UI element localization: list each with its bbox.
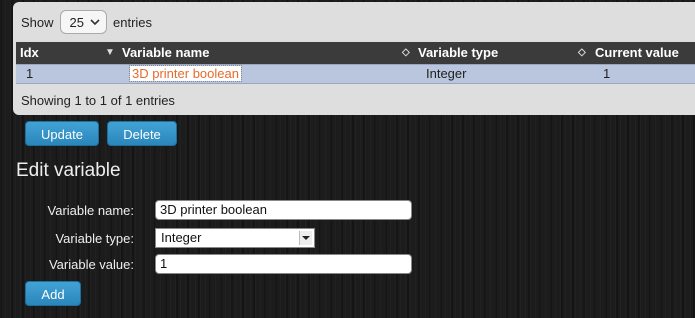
column-header-current-value[interactable]: Current value: [595, 42, 679, 64]
entries-label: entries: [113, 14, 153, 30]
table-row[interactable]: 1 3D printer boolean Integer 1: [16, 64, 695, 84]
page-length-select[interactable]: 25: [59, 10, 107, 34]
sort-both-icon[interactable]: ◇: [402, 42, 410, 64]
table-info: Showing 1 to 1 of 1 entries: [21, 93, 175, 108]
delete-button[interactable]: Delete: [107, 121, 177, 146]
table-header: Idx ▼ Variable name ◇ Variable type ◇ Cu…: [16, 42, 695, 64]
sort-both-icon[interactable]: ◇: [578, 42, 586, 64]
column-header-idx[interactable]: Idx: [20, 42, 39, 64]
cell-current-value: 1: [603, 66, 611, 81]
add-button[interactable]: Add: [25, 281, 81, 306]
chevron-down-icon: [90, 19, 100, 26]
sort-desc-icon[interactable]: ▼: [105, 42, 115, 64]
variable-value-input[interactable]: 1: [155, 254, 412, 274]
variable-name-link[interactable]: 3D printer boolean: [129, 65, 242, 82]
update-button[interactable]: Update: [25, 121, 99, 146]
variable-value-label: Variable value:: [48, 257, 134, 272]
variable-name-input[interactable]: 3D printer boolean: [155, 200, 412, 220]
cell-idx: 1: [26, 66, 34, 81]
variables-table-panel: Show 25 entries Idx ▼ Variable name ◇ Va…: [13, 2, 695, 115]
column-header-variable-name[interactable]: Variable name: [122, 42, 209, 64]
cell-variable-type: Integer: [426, 66, 467, 81]
page-length-control: Show 25 entries: [21, 10, 152, 34]
show-label: Show: [21, 14, 54, 30]
page-length-value: 25: [69, 14, 84, 30]
column-header-variable-type[interactable]: Variable type: [418, 42, 498, 64]
variable-type-select[interactable]: Integer: [155, 228, 315, 248]
section-title: Edit variable: [16, 160, 121, 181]
variable-name-label: Variable name:: [47, 203, 134, 218]
dropdown-arrow-icon: [299, 231, 312, 245]
variable-type-label: Variable type:: [55, 231, 134, 246]
variable-type-value: Integer: [161, 230, 202, 245]
